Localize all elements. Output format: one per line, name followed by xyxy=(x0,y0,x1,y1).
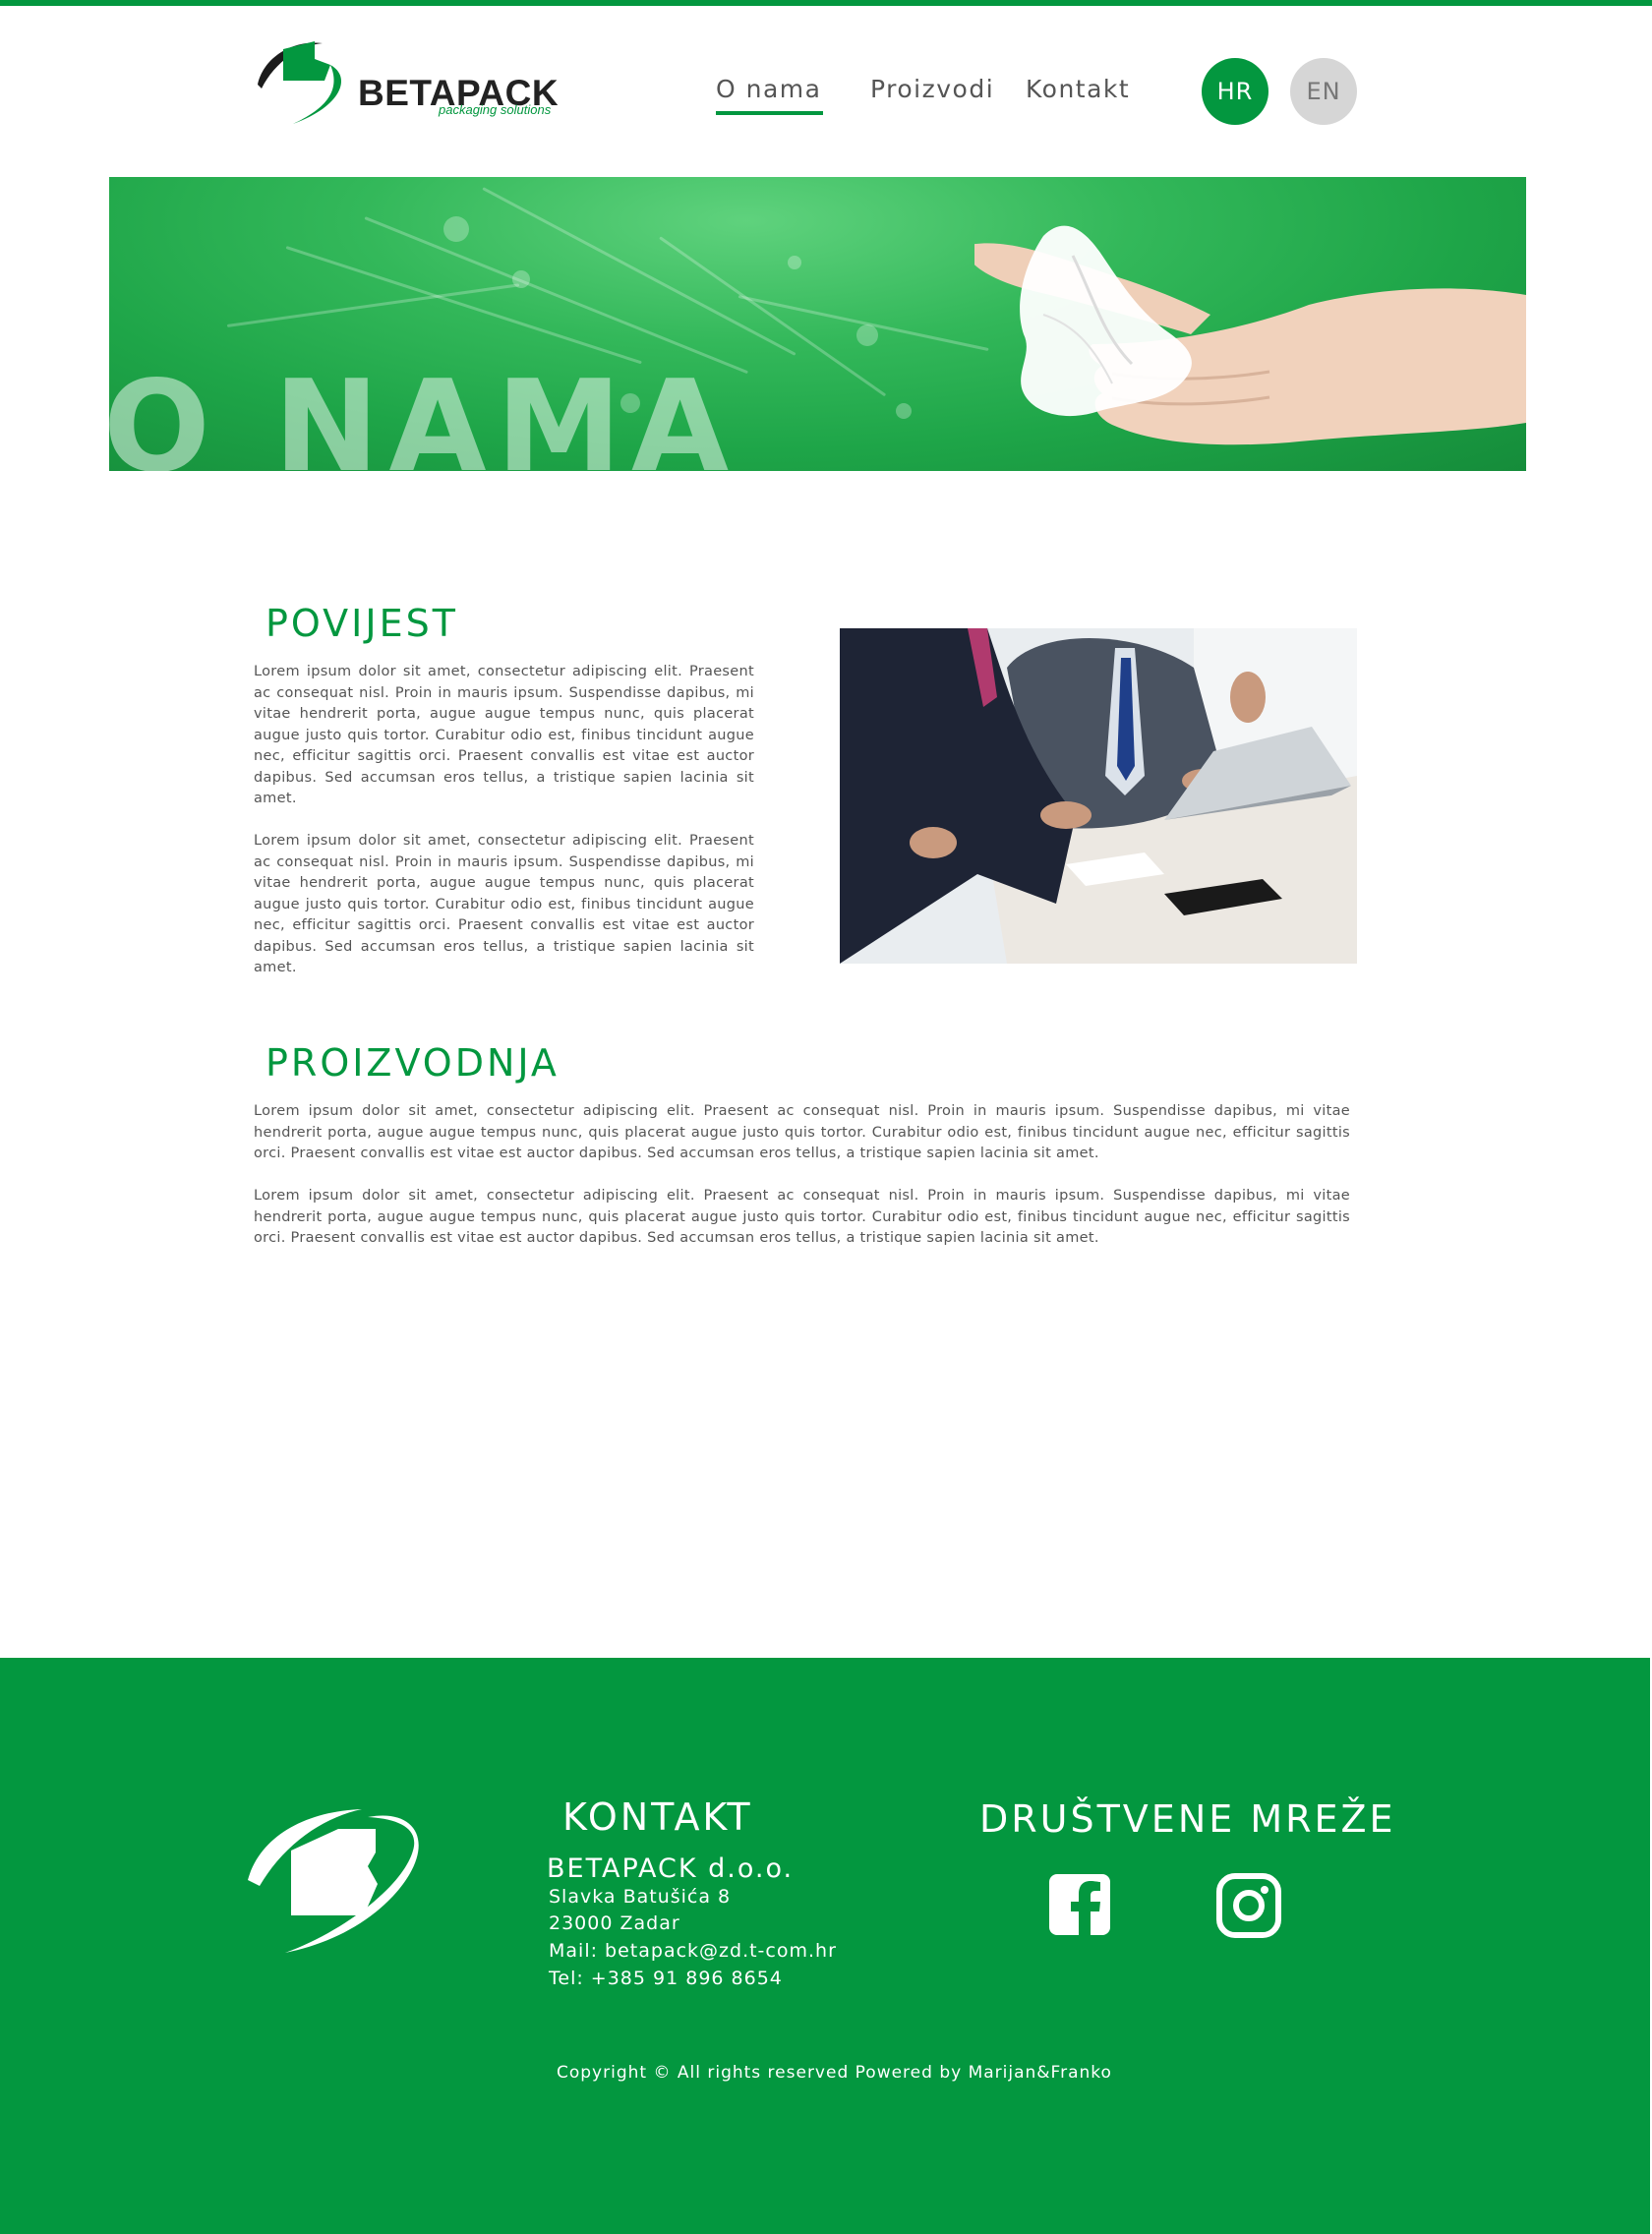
footer-address-street: Slavka Batušića 8 xyxy=(549,1886,732,1908)
footer-company-name: BETAPACK d.o.o. xyxy=(547,1853,795,1884)
section-title-proizvodnja: PROIZVODNJA xyxy=(266,1041,560,1085)
proizvodnja-paragraph-2: Lorem ipsum dolor sit amet, consectetur … xyxy=(254,1188,1350,1246)
footer-mail[interactable]: Mail: betapack@zd.t-com.hr xyxy=(549,1940,837,1962)
language-hr-button[interactable]: HR xyxy=(1202,58,1268,125)
footer-social-title: DRUŠTVENE MREŽE xyxy=(979,1797,1396,1841)
povijest-paragraph-1: Lorem ipsum dolor sit amet, consectetur … xyxy=(254,664,754,806)
brand-tagline: packaging solutions xyxy=(439,102,552,117)
section-title-povijest: POVIJEST xyxy=(266,602,458,645)
nav-item-proizvodi[interactable]: Proizvodi xyxy=(870,75,994,103)
nav-item-kontakt[interactable]: Kontakt xyxy=(1026,75,1130,103)
hero-title: O NAMA xyxy=(109,354,738,472)
povijest-paragraph-2: Lorem ipsum dolor sit amet, consectetur … xyxy=(254,833,754,975)
language-en-button[interactable]: EN xyxy=(1290,58,1357,125)
footer-address-city: 23000 Zadar xyxy=(549,1912,680,1934)
copyright-text: Copyright © All rights reserved Powered … xyxy=(557,2063,1112,2083)
footer-logo-icon xyxy=(248,1809,419,1953)
top-accent-bar xyxy=(0,0,1652,6)
proizvodnja-paragraph-1: Lorem ipsum dolor sit amet, consectetur … xyxy=(254,1103,1350,1161)
logo-mark-icon xyxy=(258,41,342,124)
footer-contact-title: KONTAKT xyxy=(562,1795,753,1839)
footer-phone[interactable]: Tel: +385 91 896 8654 xyxy=(549,1968,783,1989)
instagram-icon[interactable] xyxy=(1215,1872,1284,1941)
nav-item-o-nama[interactable]: O nama xyxy=(716,75,824,115)
business-meeting-photo xyxy=(840,628,1357,964)
brand-logo[interactable]: BETAPACK packaging solutions xyxy=(254,37,574,128)
hero-banner: O NAMA xyxy=(109,177,1526,471)
facebook-icon[interactable] xyxy=(1047,1872,1116,1941)
hand-with-wipe-image xyxy=(974,225,1526,445)
